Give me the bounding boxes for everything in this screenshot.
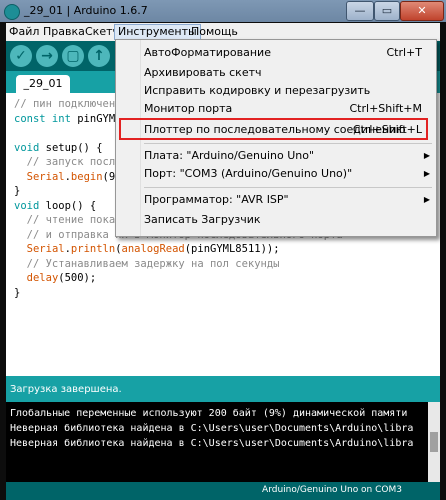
menu-item-fix-encoding[interactable]: Исправить кодировку и перезагрузить: [144, 82, 436, 100]
submenu-arrow-icon: ▶: [423, 195, 430, 204]
code-function: Serial: [26, 170, 65, 183]
status-bar: Загрузка завершена.: [6, 376, 440, 402]
code-keyword: const int: [14, 112, 71, 125]
window-title: _29_01 | Arduino 1.6.7: [24, 4, 148, 17]
tab-sketch[interactable]: _29_01: [16, 75, 70, 93]
code-line-5: (9: [102, 170, 116, 183]
menu-item-label: Монитор порта: [144, 102, 233, 115]
code-function: begin: [70, 170, 103, 183]
menu-item-label: Записать Загрузчик: [144, 213, 261, 226]
arduino-app-icon: [4, 4, 20, 20]
board-port-label: Arduino/Genuino Uno on COM3: [262, 485, 402, 495]
code-line-13: }: [14, 286, 21, 299]
menu-item-programmer[interactable]: Программатор: "AVR ISP" ▶: [144, 191, 436, 209]
code-function: println: [70, 243, 116, 255]
code-line-11: // Устанавливаем задержку на пол секунды: [14, 257, 280, 270]
open-button[interactable]: ↑: [88, 45, 110, 67]
console-line: Глобальные переменные используют 200 бай…: [10, 408, 408, 419]
maximize-button[interactable]: ▭: [374, 1, 400, 21]
menu-item-port[interactable]: Порт: "COM3 (Arduino/Genuino Uno)" ▶: [144, 165, 436, 183]
close-button[interactable]: ✕: [400, 1, 444, 21]
submenu-arrow-icon: ▶: [423, 151, 430, 160]
menu-item-label: АвтоФорматирование: [144, 46, 271, 59]
code-line-4: // запуск посл: [14, 156, 116, 168]
code-line-10: (pinGYML8511));: [184, 243, 280, 255]
highlight-box: [119, 118, 428, 140]
verify-button[interactable]: ✓: [10, 45, 32, 67]
code-function: Serial: [26, 243, 65, 255]
status-text: Загрузка завершена.: [10, 384, 122, 395]
minimize-button[interactable]: —: [346, 1, 374, 21]
shortcut-label: Ctrl+T: [386, 46, 422, 59]
menu-item-serial-monitor[interactable]: Монитор порта Ctrl+Shift+M: [144, 100, 436, 118]
code-line-6: }: [14, 185, 21, 197]
code-line-8: // чтение пока: [14, 214, 116, 226]
menu-separator: [144, 187, 432, 188]
menu-item-archive-sketch[interactable]: Архивировать скетч: [144, 64, 436, 82]
code-keyword: void: [14, 199, 40, 212]
code-line-3: setup() {: [39, 141, 103, 154]
board-status-bar: Arduino/Genuino Uno on COM3: [6, 482, 440, 500]
menu-item-autoformat[interactable]: АвтоФорматирование Ctrl+T: [144, 44, 436, 62]
menu-item-label: Порт: "COM3 (Arduino/Genuino Uno)": [144, 167, 353, 180]
menu-item-burn-bootloader[interactable]: Записать Загрузчик: [144, 211, 436, 229]
console-line: Неверная библиотека найдена в C:\Users\u…: [10, 423, 414, 434]
console-line: Неверная библиотека найдена в C:\Users\u…: [10, 438, 414, 449]
code-keyword: void: [14, 141, 40, 154]
arduino-window: _29_01 | Arduino 1.6.7 — ▭ ✕ Файл Правка…: [0, 0, 446, 500]
console-scrollbar[interactable]: [428, 402, 440, 482]
menu-separator: [144, 143, 432, 144]
menu-item-label: Плата: "Arduino/Genuino Uno": [144, 149, 315, 162]
code-line-2: pinGYML: [70, 112, 122, 125]
menu-edit[interactable]: Правка: [40, 25, 88, 39]
code-line-12: (500);: [58, 272, 97, 284]
menu-item-label: Программатор: "AVR ISP": [144, 193, 289, 206]
menu-item-label: Архивировать скетч: [144, 66, 262, 79]
code-line-7: loop() {: [39, 199, 97, 212]
console-output[interactable]: Глобальные переменные используют 200 бай…: [6, 402, 440, 482]
submenu-arrow-icon: ▶: [423, 169, 430, 178]
code-function: delay: [26, 272, 59, 284]
menu-item-board[interactable]: Плата: "Arduino/Genuino Uno" ▶: [144, 147, 436, 165]
menu-help[interactable]: Помощь: [188, 25, 241, 39]
upload-button[interactable]: →: [36, 45, 58, 67]
new-sketch-button[interactable]: ▢: [62, 45, 84, 67]
shortcut-label: Ctrl+Shift+M: [349, 102, 423, 115]
menu-file[interactable]: Файл: [6, 25, 42, 39]
code-function: analogRead: [121, 243, 185, 255]
scroll-thumb[interactable]: [430, 432, 438, 452]
title-bar[interactable]: _29_01 | Arduino 1.6.7 — ▭ ✕: [0, 0, 446, 22]
menu-item-label: Исправить кодировку и перезагрузить: [144, 84, 371, 97]
code-line-1: // пин подключения: [14, 98, 128, 110]
